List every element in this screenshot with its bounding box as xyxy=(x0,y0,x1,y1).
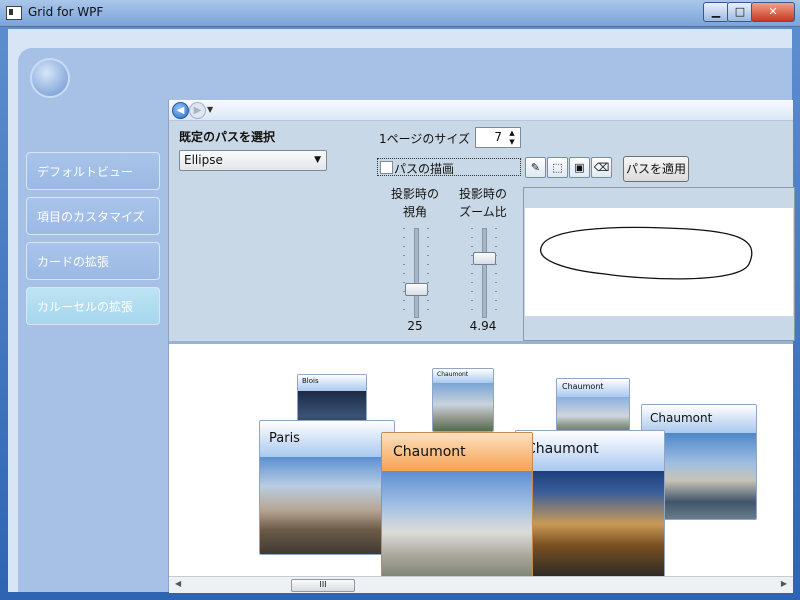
angle-slider-thumb[interactable] xyxy=(405,283,428,296)
angle-label-line2: 視角 xyxy=(402,205,427,219)
card-photo xyxy=(516,471,664,577)
content-frame: ◀ ▶ ▼ 既定のパスを選択 Ellipse ▼ 1ページのサイズ 7 ▲ ▼ … xyxy=(168,100,795,593)
chevron-down-icon: ▼ xyxy=(314,155,321,165)
angle-slider-ticks xyxy=(403,228,405,316)
brush-icon[interactable]: ✎ xyxy=(525,157,546,178)
eraser-icon[interactable]: ⌫ xyxy=(591,157,612,178)
card-title: Chaumont xyxy=(382,433,532,471)
zoom-label-line1: 投影時の xyxy=(458,187,507,201)
window-title: Grid for WPF xyxy=(28,5,104,19)
app-icon xyxy=(6,6,22,20)
zoom-slider[interactable] xyxy=(482,228,487,318)
card-title: Paris xyxy=(260,421,394,457)
spin-down-icon[interactable]: ▼ xyxy=(506,138,518,147)
page-size-value: 7 xyxy=(494,130,502,144)
carousel-view: Blois Chaumont Chaumont Chaumont Paris C… xyxy=(169,341,793,579)
settings-panel: 既定のパスを選択 Ellipse ▼ 1ページのサイズ 7 ▲ ▼ パスの描画 … xyxy=(169,121,795,341)
card-title: Chaumont xyxy=(433,369,493,383)
zoom-label-line2: ズーム比 xyxy=(459,205,507,219)
zoom-slider-thumb[interactable] xyxy=(473,252,496,265)
card-title: Chaumont xyxy=(516,431,664,471)
app-window: Grid for WPF ▁ □ ✕ デフォルトビュー 項目のカスタマイズ カー… xyxy=(0,0,800,600)
apply-path-button[interactable]: パスを適用 xyxy=(623,156,689,182)
draw-path-label: パスの描画 xyxy=(394,162,455,176)
spin-up-icon[interactable]: ▲ xyxy=(506,129,518,138)
path-canvas-frame xyxy=(523,187,795,341)
card-title: Blois xyxy=(298,375,366,391)
sidebar-item-card-extension[interactable]: カードの拡張 xyxy=(26,242,160,280)
card-title: Chaumont xyxy=(557,379,629,397)
sidebar-item-customize-items[interactable]: 項目のカスタマイズ xyxy=(26,197,160,235)
navigation-bar: ◀ ▶ ▼ xyxy=(169,100,793,121)
checkbox-box[interactable] xyxy=(380,161,393,174)
title-bar: Grid for WPF ▁ □ ✕ xyxy=(0,0,800,27)
stroke-icon[interactable]: ▣ xyxy=(569,157,590,178)
carousel-card[interactable]: Chaumont xyxy=(432,368,494,432)
angle-slider-label: 投影時の 視角 xyxy=(385,185,445,221)
carousel-card[interactable]: Chaumont xyxy=(515,430,665,578)
card-photo xyxy=(382,471,532,579)
scrollbar-thumb[interactable]: III xyxy=(291,579,355,592)
zoom-slider-label: 投影時の ズーム比 xyxy=(453,185,513,221)
close-button[interactable]: ✕ xyxy=(751,2,795,22)
horizontal-scrollbar[interactable]: ◀ III ▶ xyxy=(169,576,793,593)
zoom-slider-ticks xyxy=(471,228,473,316)
carousel-card[interactable]: Paris xyxy=(259,420,395,555)
back-arrow-icon[interactable]: ◀ xyxy=(172,102,189,119)
angle-slider-ticks-right xyxy=(427,228,429,316)
angle-label-line1: 投影時の xyxy=(390,187,439,201)
select-icon[interactable]: ⬚ xyxy=(547,157,568,178)
app-orb-icon[interactable] xyxy=(30,58,70,98)
carousel-card[interactable]: Chaumont xyxy=(556,378,630,436)
scroll-right-arrow-icon[interactable]: ▶ xyxy=(781,579,787,588)
draw-path-checkbox[interactable]: パスの描画 xyxy=(377,158,521,176)
angle-slider-value: 25 xyxy=(407,319,423,333)
minimize-button[interactable]: ▁ xyxy=(703,2,729,22)
page-size-stepper[interactable]: 7 ▲ ▼ xyxy=(475,127,521,148)
path-drawing-canvas[interactable] xyxy=(525,208,793,316)
preset-path-label: 既定のパスを選択 xyxy=(179,130,276,144)
zoom-slider-ticks-right xyxy=(495,228,497,316)
history-dropdown-icon[interactable]: ▼ xyxy=(207,105,213,114)
page-size-label: 1ページのサイズ xyxy=(379,132,471,146)
preset-path-combobox[interactable]: Ellipse ▼ xyxy=(179,150,327,171)
scroll-left-arrow-icon[interactable]: ◀ xyxy=(175,579,181,588)
card-photo xyxy=(260,457,394,554)
card-title: Chaumont xyxy=(642,405,756,433)
maximize-button[interactable]: □ xyxy=(727,2,753,22)
zoom-slider-value: 4.94 xyxy=(469,319,497,333)
angle-slider[interactable] xyxy=(414,228,419,318)
preset-path-value: Ellipse xyxy=(184,153,223,167)
ellipse-path-shape xyxy=(540,226,753,280)
sidebar-item-default-view[interactable]: デフォルトビュー xyxy=(26,152,160,190)
card-photo xyxy=(433,383,493,431)
forward-arrow-icon[interactable]: ▶ xyxy=(189,102,206,119)
sidebar-item-carousel-extension[interactable]: カルーセルの拡張 xyxy=(26,287,160,325)
carousel-card-selected[interactable]: Chaumont xyxy=(381,432,533,579)
